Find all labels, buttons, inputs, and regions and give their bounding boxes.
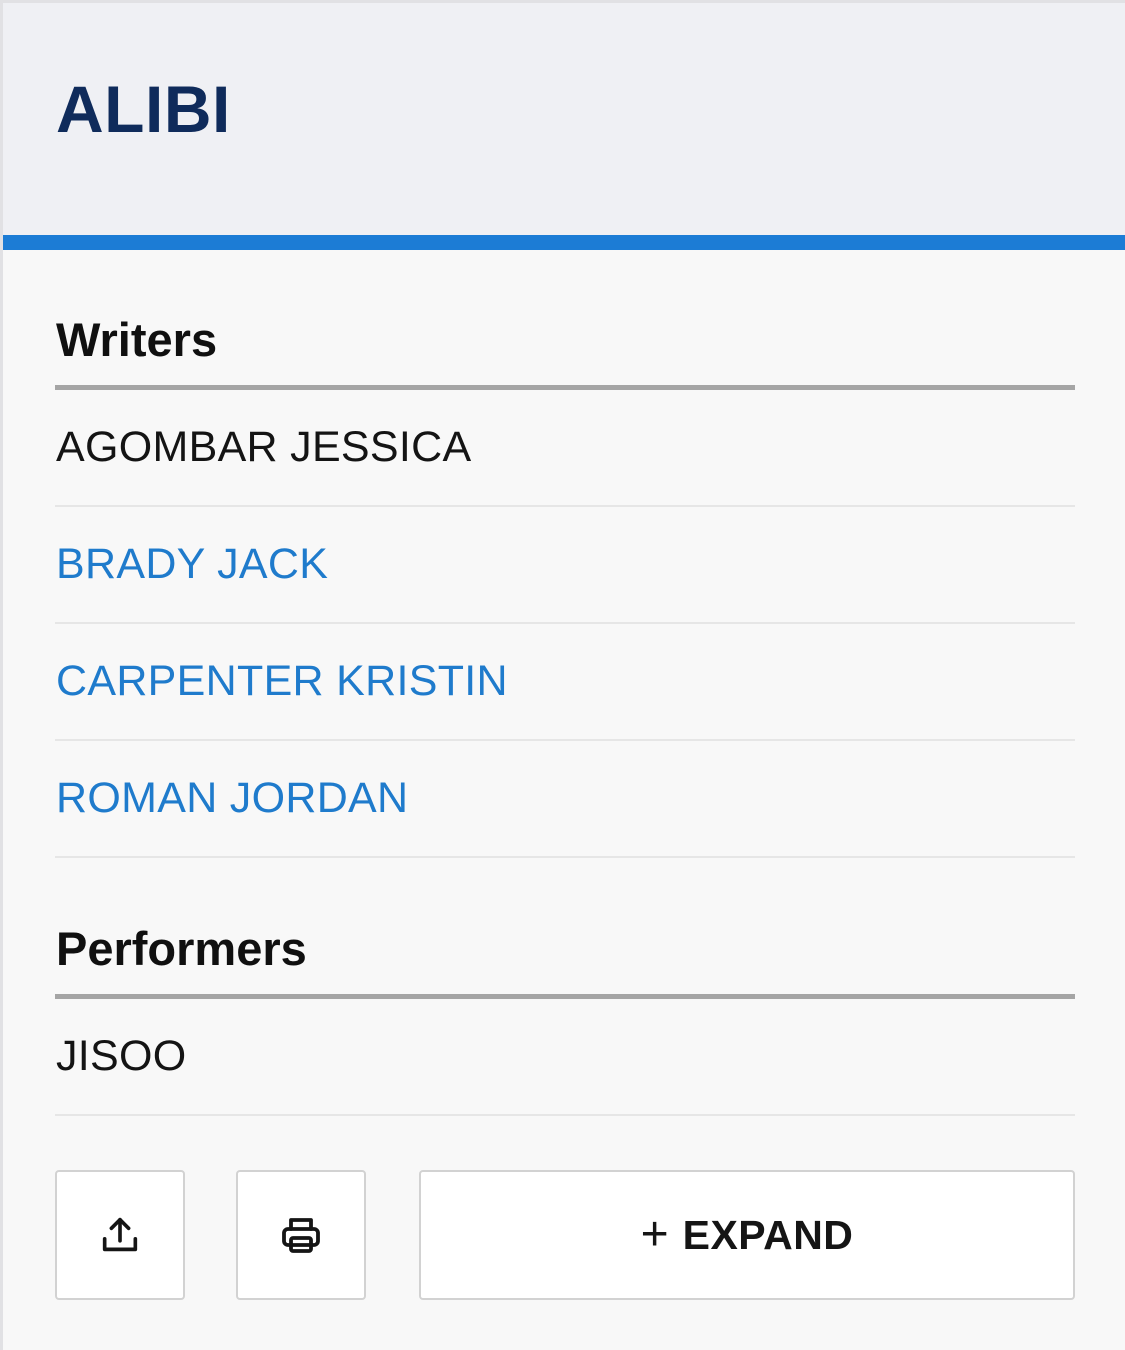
performer-item-jisoo: JISOO <box>55 999 1075 1116</box>
writer-link-brady-jack[interactable]: BRADY JACK <box>55 507 1075 624</box>
work-title: ALIBI <box>56 72 231 146</box>
expand-label: EXPAND <box>682 1211 854 1258</box>
performers-heading: Performers <box>56 922 307 975</box>
share-upload-icon <box>97 1212 143 1258</box>
printer-icon <box>277 1211 325 1259</box>
writer-link-carpenter-kristin[interactable]: CARPENTER KRISTIN <box>55 624 1075 741</box>
plus-icon: + <box>640 1208 669 1261</box>
accent-divider <box>3 235 1125 250</box>
title-header: ALIBI <box>3 3 1125 235</box>
work-details-card: ALIBI Writers AGOMBAR JESSICA BRADY JACK… <box>0 0 1125 1350</box>
writer-item-agombar-jessica: AGOMBAR JESSICA <box>55 390 1075 507</box>
writers-heading: Writers <box>56 313 218 366</box>
expand-button[interactable]: + EXPAND <box>419 1170 1075 1300</box>
writers-list: AGOMBAR JESSICA BRADY JACK CARPENTER KRI… <box>55 390 1075 858</box>
performers-list: JISOO <box>55 999 1075 1116</box>
share-button[interactable] <box>55 1170 185 1300</box>
print-button[interactable] <box>236 1170 366 1300</box>
writer-link-roman-jordan[interactable]: ROMAN JORDAN <box>55 741 1075 858</box>
